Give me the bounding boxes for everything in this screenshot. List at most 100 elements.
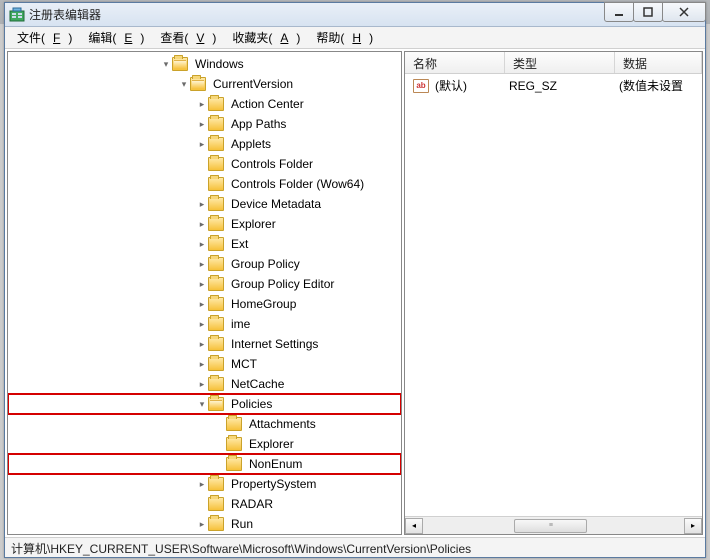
- tree-node-homegroup[interactable]: ▸ HomeGroup: [8, 294, 401, 314]
- tree-collapse-icon[interactable]: ▾: [178, 79, 190, 90]
- tree-expand-icon[interactable]: ▸: [196, 259, 208, 270]
- tree-node-policies[interactable]: ▾Policies: [8, 394, 401, 414]
- folder-icon: [208, 177, 224, 191]
- maximize-button[interactable]: [633, 2, 663, 22]
- folder-icon: [208, 257, 224, 271]
- folder-icon: [208, 357, 224, 371]
- tree-expand-icon[interactable]: ▸: [196, 119, 208, 130]
- tree-node-action-center[interactable]: ▸Action Center: [8, 94, 401, 114]
- tree-node-label: Explorer: [228, 216, 279, 232]
- minimize-button[interactable]: [604, 2, 634, 22]
- tree-pane[interactable]: ▾Windows▾CurrentVersion▸Action Center▸Ap…: [7, 51, 402, 535]
- tree-node-radar[interactable]: RADAR: [8, 494, 401, 514]
- maximize-icon: [643, 7, 653, 17]
- menu-h[interactable]: 帮助(H): [308, 29, 381, 46]
- client-area: ▾Windows▾CurrentVersion▸Action Center▸Ap…: [5, 49, 705, 537]
- col-data[interactable]: 数据: [615, 52, 702, 73]
- scroll-right-button[interactable]: ▸: [684, 518, 702, 534]
- folder-icon: [208, 237, 224, 251]
- close-icon: [678, 7, 690, 17]
- horizontal-scrollbar[interactable]: ◂ ≡ ▸: [405, 516, 702, 534]
- tree-node-group-policy-editor[interactable]: ▸ Group Policy Editor: [8, 274, 401, 294]
- menu-v[interactable]: 查看(V): [152, 29, 224, 46]
- tree-node-mct[interactable]: ▸MCT: [8, 354, 401, 374]
- tree-expand-icon[interactable]: ▸: [196, 279, 208, 290]
- tree-expand-icon[interactable]: ▸: [196, 379, 208, 390]
- folder-icon: [208, 497, 224, 511]
- tree-node-nonenum[interactable]: NonEnum: [8, 454, 401, 474]
- list-body[interactable]: ab(默认)REG_SZ(数值未设置: [405, 74, 702, 516]
- registry-editor-window: 注册表编辑器 文件(F)编辑(E)查看(V)收藏夹(A)帮助(H) ▾Windo…: [4, 2, 706, 558]
- tree-node-ime[interactable]: ▸ ime: [8, 314, 401, 334]
- tree-node-propertysystem[interactable]: ▸ PropertySystem: [8, 474, 401, 494]
- col-type[interactable]: 类型: [505, 52, 615, 73]
- list-header: 名称 类型 数据: [405, 52, 702, 74]
- tree-expand-icon[interactable]: ▸: [196, 339, 208, 350]
- tree-node-label: ime: [228, 316, 253, 332]
- tree-node-label: HomeGroup: [228, 296, 299, 312]
- reg-string-icon: ab: [413, 79, 429, 93]
- folder-icon: [208, 197, 224, 211]
- tree-node-group-policy[interactable]: ▸ Group Policy: [8, 254, 401, 274]
- menu-e[interactable]: 编辑(E): [80, 29, 152, 46]
- app-icon: [9, 7, 25, 23]
- scroll-thumb[interactable]: ≡: [514, 519, 587, 533]
- tree-node-app-paths[interactable]: ▸ App Paths: [8, 114, 401, 134]
- tree-node-label: Windows: [192, 56, 247, 72]
- tree-node-controls-folder[interactable]: Controls Folder: [8, 154, 401, 174]
- tree-node-attachments[interactable]: Attachments: [8, 414, 401, 434]
- tree-node-internet-settings[interactable]: ▸ Internet Settings: [8, 334, 401, 354]
- tree-expand-icon[interactable]: ▸: [196, 239, 208, 250]
- tree-expand-icon[interactable]: ▸: [196, 219, 208, 230]
- tree-node-label: PropertySystem: [228, 476, 319, 492]
- titlebar[interactable]: 注册表编辑器: [5, 3, 705, 27]
- tree-expand-icon[interactable]: ▸: [196, 299, 208, 310]
- folder-icon: [208, 297, 224, 311]
- menu-f[interactable]: 文件(F): [9, 29, 80, 46]
- tree-node-explorer[interactable]: ▸ Explorer: [8, 214, 401, 234]
- tree-node-netcache[interactable]: ▸NetCache: [8, 374, 401, 394]
- folder-icon: [226, 417, 242, 431]
- close-button[interactable]: [662, 2, 706, 22]
- tree-collapse-icon[interactable]: ▾: [160, 59, 172, 70]
- menu-a[interactable]: 收藏夹(A): [224, 29, 308, 46]
- window-controls: [605, 2, 706, 22]
- folder-icon: [208, 377, 224, 391]
- menubar: 文件(F)编辑(E)查看(V)收藏夹(A)帮助(H): [5, 27, 705, 49]
- tree-node-label: CurrentVersion: [210, 76, 296, 92]
- scroll-track[interactable]: ≡: [423, 518, 684, 534]
- tree-node-label: Controls Folder (Wow64): [228, 176, 367, 192]
- list-row[interactable]: ab(默认)REG_SZ(数值未设置: [405, 74, 702, 97]
- folder-icon: [208, 317, 224, 331]
- tree-node-device-metadata[interactable]: ▸Device Metadata: [8, 194, 401, 214]
- tree-node-label: RADAR: [228, 496, 276, 512]
- tree-expand-icon[interactable]: ▸: [196, 519, 208, 530]
- folder-icon: [208, 517, 224, 531]
- tree-node-applets[interactable]: ▸Applets: [8, 134, 401, 154]
- tree-node-ext[interactable]: ▸Ext: [8, 234, 401, 254]
- tree-node-currentversion[interactable]: ▾ CurrentVersion: [8, 74, 401, 94]
- tree-collapse-icon[interactable]: ▾: [196, 399, 208, 410]
- tree-expand-icon[interactable]: ▸: [196, 479, 208, 490]
- tree-node-windows[interactable]: ▾ Windows: [8, 54, 401, 74]
- tree-node-explorer[interactable]: Explorer: [8, 434, 401, 454]
- tree-node-label: App Paths: [228, 116, 289, 132]
- list-pane: 名称 类型 数据 ab(默认)REG_SZ(数值未设置 ◂ ≡ ▸: [404, 51, 703, 535]
- tree-node-label: Group Policy Editor: [228, 276, 337, 292]
- tree-node-controls-folder-wow64-[interactable]: Controls Folder (Wow64): [8, 174, 401, 194]
- tree-expand-icon[interactable]: ▸: [196, 319, 208, 330]
- folder-icon: [208, 217, 224, 231]
- tree-expand-icon[interactable]: ▸: [196, 139, 208, 150]
- tree-node-label: Group Policy: [228, 256, 303, 272]
- folder-icon: [208, 117, 224, 131]
- tree-node-label: Run: [228, 516, 256, 532]
- tree-node-label: NonEnum: [246, 456, 305, 472]
- col-name[interactable]: 名称: [405, 52, 505, 73]
- tree-expand-icon[interactable]: ▸: [196, 199, 208, 210]
- tree-node-label: Controls Folder: [228, 156, 316, 172]
- tree-expand-icon[interactable]: ▸: [196, 99, 208, 110]
- tree-node-label: Internet Settings: [228, 336, 321, 352]
- tree-expand-icon[interactable]: ▸: [196, 359, 208, 370]
- scroll-left-button[interactable]: ◂: [405, 518, 423, 534]
- tree-node-run[interactable]: ▸ Run: [8, 514, 401, 534]
